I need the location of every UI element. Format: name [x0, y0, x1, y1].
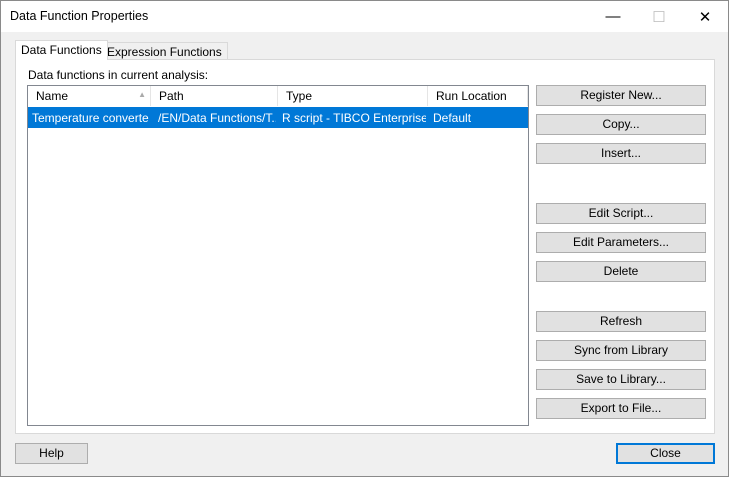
- help-button[interactable]: Help: [15, 443, 88, 464]
- edit-script-button[interactable]: Edit Script...: [536, 203, 706, 224]
- window-title: Data Function Properties: [10, 9, 149, 23]
- register-new-button[interactable]: Register New...: [536, 85, 706, 106]
- tab-expression-functions[interactable]: Expression Functions: [101, 42, 228, 60]
- table-row[interactable]: Temperature converter /EN/Data Functions…: [28, 107, 528, 128]
- edit-parameters-button[interactable]: Edit Parameters...: [536, 232, 706, 253]
- close-window-button[interactable]: ✕: [682, 1, 728, 32]
- cell-name: Temperature converter: [32, 111, 149, 125]
- data-functions-list[interactable]: Name ▲ Path Type Run Location Temperatur…: [27, 85, 529, 426]
- sync-from-library-button[interactable]: Sync from Library: [536, 340, 706, 361]
- close-button[interactable]: Close: [616, 443, 715, 464]
- cell-type: R script - TIBCO Enterprise ...: [282, 111, 426, 125]
- column-header-label: Name: [36, 89, 69, 103]
- insert-button[interactable]: Insert...: [536, 143, 706, 164]
- export-to-file-button[interactable]: Export to File...: [536, 398, 706, 419]
- list-label: Data functions in current analysis:: [28, 68, 209, 82]
- delete-button[interactable]: Delete: [536, 261, 706, 282]
- column-header-path[interactable]: Path: [151, 86, 278, 106]
- cell-path: /EN/Data Functions/T...: [158, 111, 276, 125]
- cell-run-location: Default: [433, 111, 472, 125]
- column-header-name[interactable]: Name ▲: [28, 86, 151, 106]
- sort-ascending-icon: ▲: [138, 90, 146, 99]
- column-header-type[interactable]: Type: [278, 86, 428, 106]
- title-bar: Data Function Properties — ☐ ✕: [1, 1, 728, 32]
- minimize-button[interactable]: —: [590, 1, 636, 32]
- copy-button[interactable]: Copy...: [536, 114, 706, 135]
- tab-data-functions[interactable]: Data Functions: [15, 40, 108, 60]
- column-header-run-location[interactable]: Run Location: [428, 86, 528, 106]
- refresh-button[interactable]: Refresh: [536, 311, 706, 332]
- maximize-button[interactable]: ☐: [636, 1, 682, 32]
- save-to-library-button[interactable]: Save to Library...: [536, 369, 706, 390]
